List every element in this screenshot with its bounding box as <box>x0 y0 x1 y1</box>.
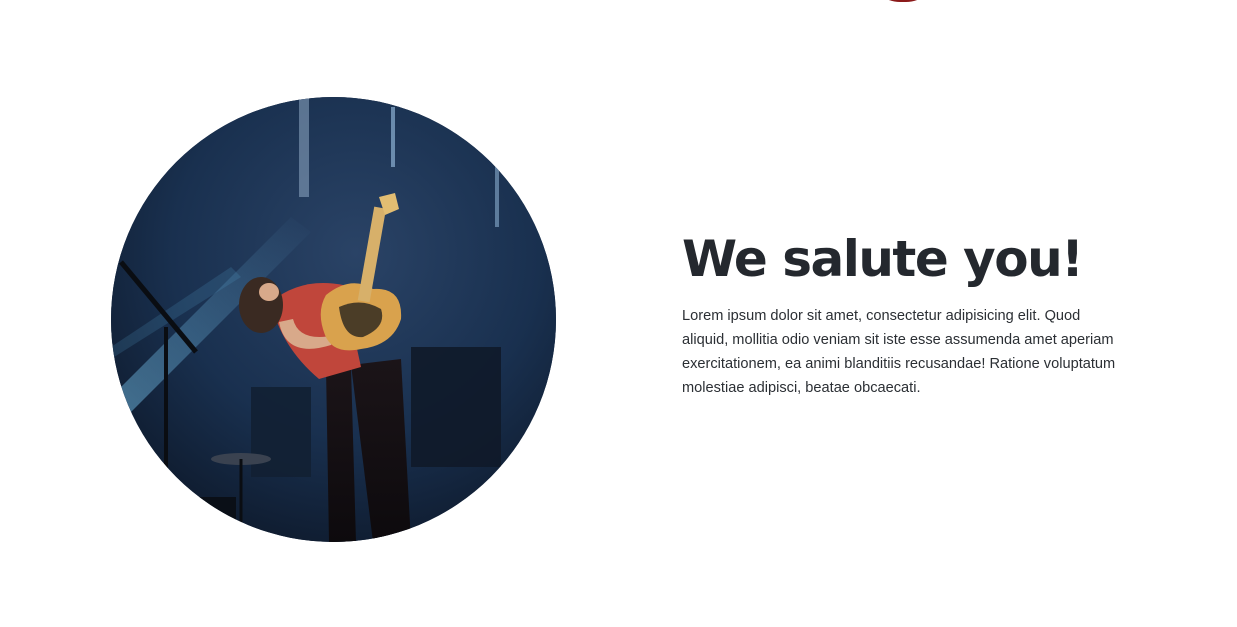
guitarist-photo <box>111 97 556 542</box>
top-accent-shape <box>868 0 938 2</box>
salute-section: We salute you! Lorem ipsum dolor sit ame… <box>682 226 1122 400</box>
section-heading: We salute you! <box>682 230 1084 288</box>
guitarist-illustration <box>111 97 556 542</box>
page: We salute you! Lorem ipsum dolor sit ame… <box>0 0 1237 627</box>
section-body-text: Lorem ipsum dolor sit amet, consectetur … <box>682 308 1116 396</box>
